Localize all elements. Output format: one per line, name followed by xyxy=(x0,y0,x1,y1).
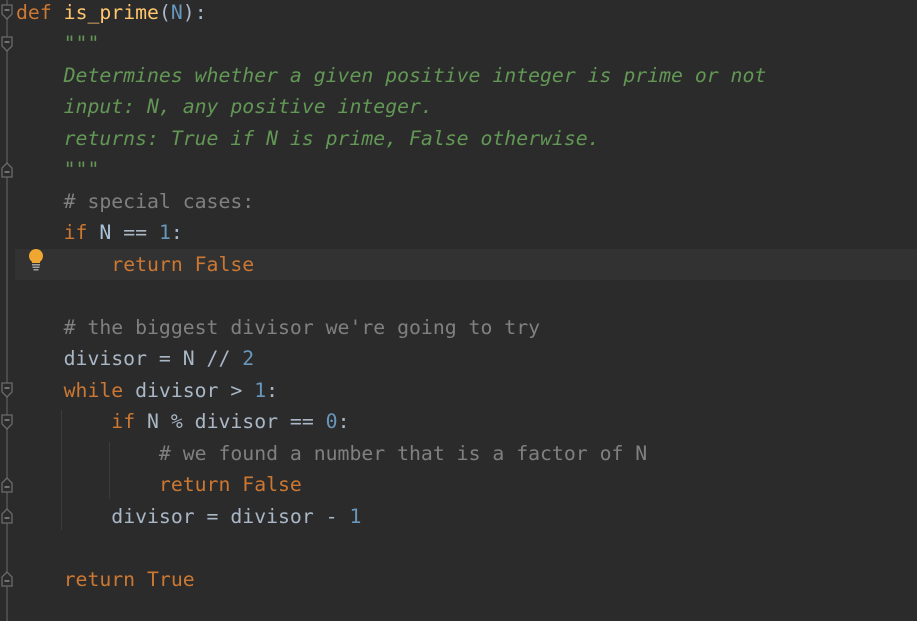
code-token: : xyxy=(170,221,183,244)
fold-close-icon[interactable] xyxy=(1,476,13,493)
code-token: N xyxy=(99,221,112,244)
code-line[interactable]: def is_prime(N): xyxy=(0,0,917,28)
code-token: while xyxy=(63,378,124,402)
code-token: divisor = divisor - xyxy=(111,504,350,528)
fold-close-icon[interactable] xyxy=(1,508,13,524)
code-text: """ xyxy=(16,154,100,186)
code-token: 1 xyxy=(158,221,171,244)
code-text: # special cases: xyxy=(16,186,255,218)
code-token: Determines whether a given positive inte… xyxy=(63,63,767,87)
code-line[interactable]: return True xyxy=(0,564,917,596)
lightbulb-icon[interactable] xyxy=(27,248,45,272)
code-line[interactable]: """ xyxy=(0,154,917,186)
code-line[interactable]: divisor = N // 2 xyxy=(0,343,917,375)
fold-close-icon[interactable] xyxy=(1,161,13,178)
code-text: # the biggest divisor we're going to try xyxy=(16,312,540,344)
code-token: == xyxy=(111,221,159,244)
code-text: divisor = N // 2 xyxy=(16,343,255,375)
code-line[interactable]: divisor = divisor - 1 xyxy=(0,501,917,533)
code-text: if N % divisor == 0: xyxy=(16,406,350,438)
code-line[interactable]: if N % divisor == 0: xyxy=(0,406,917,438)
code-token: divisor = N // xyxy=(63,347,243,370)
code-text: # we found a number that is a factor of … xyxy=(16,438,647,470)
code-token: returns: True if N is prime, False other… xyxy=(63,126,600,150)
code-token: return True xyxy=(63,567,195,591)
code-token: 1 xyxy=(349,504,362,528)
code-token: return False xyxy=(111,252,255,276)
code-text: if N == 1: xyxy=(16,217,183,249)
code-line[interactable]: while divisor > 1: xyxy=(0,375,917,407)
code-text: divisor = divisor - 1 xyxy=(16,501,361,533)
code-token: N % divisor == xyxy=(135,410,326,433)
code-token: # special cases: xyxy=(63,189,255,213)
current-code-line[interactable]: return False xyxy=(15,248,917,281)
code-token: is_prime xyxy=(63,0,159,24)
code-line[interactable] xyxy=(0,280,917,312)
code-text: return True xyxy=(16,564,195,596)
code-token: ): xyxy=(182,0,207,24)
code-text: returns: True if N is prime, False other… xyxy=(16,123,600,155)
code-text: while divisor > 1: xyxy=(16,375,278,407)
code-token: : xyxy=(337,410,350,433)
code-token: # the biggest divisor we're going to try xyxy=(63,315,541,339)
code-token: : xyxy=(266,378,279,402)
code-line[interactable]: # we found a number that is a factor of … xyxy=(0,438,917,470)
code-token: """ xyxy=(63,158,100,181)
code-token: N xyxy=(170,0,183,24)
fold-open-icon[interactable] xyxy=(1,36,13,52)
fold-close-icon[interactable] xyxy=(1,571,13,587)
code-text: return False xyxy=(16,469,302,501)
code-line[interactable]: if N == 1: xyxy=(0,217,917,249)
code-text: Determines whether a given positive inte… xyxy=(16,60,767,92)
code-token: # we found a number that is a factor of … xyxy=(158,441,648,465)
code-token: return False xyxy=(158,473,302,496)
code-token: divisor > xyxy=(123,378,255,402)
fold-open-icon[interactable] xyxy=(1,414,13,430)
code-token: def xyxy=(16,0,52,24)
code-token: input: N, any positive integer. xyxy=(63,95,433,118)
code-token: 1 xyxy=(254,378,267,402)
code-token: ( xyxy=(158,0,171,24)
code-token: """ xyxy=(63,32,100,55)
code-line[interactable]: Determines whether a given positive inte… xyxy=(0,60,917,92)
code-token: 2 xyxy=(242,347,255,370)
code-text: """ xyxy=(16,28,100,60)
code-line[interactable]: # the biggest divisor we're going to try xyxy=(0,312,917,344)
code-line[interactable]: returns: True if N is prime, False other… xyxy=(0,123,917,155)
code-line[interactable]: """ xyxy=(0,28,917,60)
code-line[interactable]: # special cases: xyxy=(0,186,917,218)
fold-open-icon[interactable] xyxy=(1,4,13,21)
code-line[interactable]: return False xyxy=(0,469,917,501)
code-line[interactable]: input: N, any positive integer. xyxy=(0,91,917,123)
code-token: 0 xyxy=(325,410,338,433)
code-token: if xyxy=(63,221,88,244)
code-text: def is_prime(N): xyxy=(16,0,207,28)
code-text: input: N, any positive integer. xyxy=(16,91,433,123)
code-token: if xyxy=(111,410,136,433)
code-line[interactable] xyxy=(0,532,917,564)
code-text: return False xyxy=(16,249,254,281)
fold-open-icon[interactable] xyxy=(1,382,13,399)
